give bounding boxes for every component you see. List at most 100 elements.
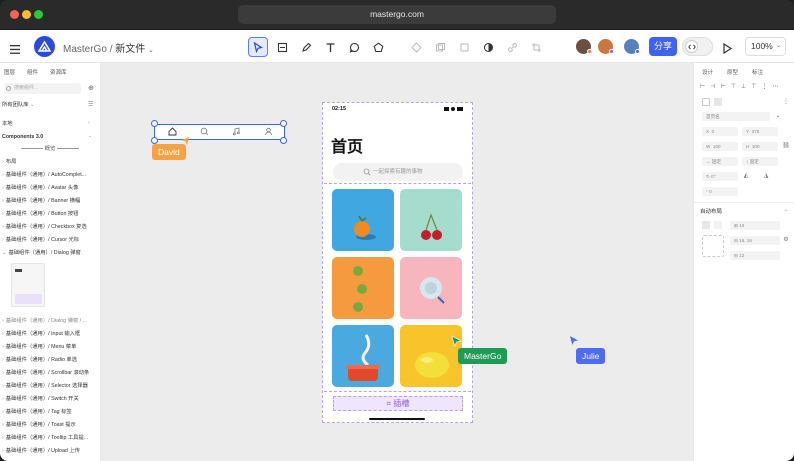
resize-handle[interactable] <box>151 120 158 127</box>
chevron-right-icon[interactable]: › <box>88 120 90 126</box>
chevron-down-icon[interactable]: ⌄ <box>88 133 92 139</box>
slot-placeholder[interactable]: ⌗ 插槽 <box>333 396 463 411</box>
url-bar[interactable]: mastergo.com <box>238 5 556 24</box>
plugin-tool-button[interactable] <box>368 37 388 57</box>
local-section[interactable]: 本地 <box>2 120 98 128</box>
phone-search-bar[interactable]: 一起探索有趣的事物 <box>333 163 463 181</box>
tab-design[interactable]: 设计 <box>702 68 713 76</box>
add-library-icon[interactable]: ⊕ <box>88 84 94 92</box>
align-bottom-icon[interactable]: ⊤ <box>751 83 756 90</box>
play-icon[interactable] <box>723 41 733 59</box>
group-layout[interactable]: › 布局 <box>2 158 98 166</box>
lock-ratio-icon[interactable]: ⛓ <box>782 142 790 150</box>
close-window-button[interactable] <box>10 10 19 19</box>
list-item[interactable]: › 基础组件（通用）/ Toast 提示 <box>2 421 98 429</box>
minimize-window-button[interactable] <box>22 10 31 19</box>
height-field[interactable]: H 100 <box>742 142 778 151</box>
tile-plate[interactable] <box>400 257 462 319</box>
remove-icon[interactable]: − <box>782 207 790 215</box>
corner-radius-field[interactable]: ◜ 0 <box>702 187 738 196</box>
list-item[interactable]: › 基础组件（通用）/ Dialog 弹窗 / ... <box>2 317 98 325</box>
component-name-dropdown[interactable]: 首页名 <box>702 112 770 121</box>
padding-field[interactable]: ⊟ 16, 16 <box>730 236 780 245</box>
frame-type-icon[interactable] <box>702 98 710 106</box>
tile-pot[interactable] <box>332 325 394 387</box>
zoom-dropdown[interactable]: 100% ⌄ <box>745 37 786 56</box>
list-view-icon[interactable]: ☰ <box>88 101 93 108</box>
list-item[interactable]: › 基础组件（通用）/ Checkbox 复选 <box>2 223 98 231</box>
tile-cherry[interactable] <box>400 189 462 251</box>
frame-tool-button[interactable] <box>272 37 292 57</box>
align-middle-icon[interactable]: ⊥ <box>741 83 746 90</box>
tab-inspect[interactable]: 标注 <box>752 68 763 76</box>
list-item[interactable]: › 基础组件（通用）/ AutoComplet... <box>2 171 98 179</box>
padding-bottom-field[interactable]: ⊟ 12 <box>730 251 780 260</box>
tab-prototype[interactable]: 原型 <box>727 68 738 76</box>
list-item[interactable]: › 基础组件（通用）/ Avatar 头像 <box>2 184 98 192</box>
resize-handle[interactable] <box>280 137 287 144</box>
maximize-window-button[interactable] <box>34 10 43 19</box>
layout-horizontal-icon[interactable] <box>714 221 722 229</box>
list-item[interactable]: ⌄ 基础组件（通用）/ Dialog 弹窗 <box>2 249 98 257</box>
comment-tool-button[interactable] <box>344 37 364 57</box>
x-field[interactable]: X 0 <box>702 127 738 136</box>
list-item[interactable]: › 基础组件（通用）/ Button 按钮 <box>2 210 98 218</box>
resize-handle[interactable] <box>280 120 287 127</box>
list-item[interactable]: › 基础组件（通用）/ Menu 菜单 <box>2 343 98 351</box>
tab-bar-component[interactable] <box>154 124 285 140</box>
crop-button[interactable] <box>454 37 474 57</box>
horizontal-resize-dropdown[interactable]: ↔ 固定 <box>702 157 738 166</box>
crop-tool-button[interactable] <box>526 37 546 57</box>
dev-mode-toggle[interactable] <box>682 37 713 56</box>
list-item[interactable]: › 基础组件（通用）/ Selector 选择器 <box>2 382 98 390</box>
layout-vertical-icon[interactable] <box>702 221 710 229</box>
list-item[interactable]: › 基础组件（通用）/ Scrollbar 滚动条 <box>2 369 98 377</box>
flip-vertical-icon[interactable]: ◮ <box>762 172 770 180</box>
tab-layers[interactable]: 图层 <box>4 68 15 76</box>
list-item[interactable]: › 基础组件（通用）/ Cursor 光标 <box>2 236 98 244</box>
design-canvas[interactable]: David 02:15 首页 一起探索有趣的事物 ⌗ 插槽 MasterGo J… <box>101 63 693 461</box>
component-search-input[interactable]: 搜索组件... <box>4 83 81 94</box>
y-field[interactable]: Y 375 <box>742 127 778 136</box>
gap-field[interactable]: ⊞ 16 <box>730 221 780 230</box>
group-overview[interactable]: 概览 <box>2 145 98 153</box>
list-item[interactable]: › 基础组件（通用）/ Radio 单选 <box>2 356 98 364</box>
chevron-down-icon[interactable]: ⌄ <box>774 112 782 120</box>
distribute-h-icon[interactable]: ⋯ <box>772 83 778 90</box>
list-item[interactable]: › 基础组件（通用）/ Switch 开关 <box>2 395 98 403</box>
width-field[interactable]: W 100 <box>702 142 738 151</box>
text-tool-button[interactable] <box>320 37 340 57</box>
align-top-icon[interactable]: ⊤ <box>731 83 736 90</box>
tile-orange[interactable] <box>332 189 394 251</box>
vertical-resize-dropdown[interactable]: ↕ 固定 <box>742 157 778 166</box>
team-library-dropdown[interactable]: 所有团队库 ⌄ <box>2 101 98 109</box>
list-item[interactable]: › 基础组件（通用）/ Tooltip 工具提... <box>2 434 98 442</box>
list-item[interactable]: › 基础组件（通用）/ Input 输入框 <box>2 330 98 338</box>
list-item[interactable]: › 基础组件（通用）/ Banner 横幅 <box>2 197 98 205</box>
link-button[interactable] <box>502 37 522 57</box>
resize-handle[interactable] <box>151 137 158 144</box>
list-item[interactable]: › 基础组件（通用）/ Upload 上传 <box>2 447 98 455</box>
align-right-icon[interactable]: ⊢ <box>720 83 725 90</box>
tab-assets[interactable]: 资源库 <box>50 68 67 76</box>
layers-button[interactable] <box>430 37 450 57</box>
align-left-icon[interactable]: ⊢ <box>700 83 705 90</box>
rotation-field[interactable]: ↻ 0° <box>702 172 738 181</box>
mastergo-logo[interactable] <box>34 36 55 57</box>
mask-button[interactable] <box>478 37 498 57</box>
file-breadcrumb[interactable]: MasterGo / 新文件 ⌄ <box>63 40 154 55</box>
dialog-component-thumbnail[interactable] <box>11 263 45 307</box>
tile-brussels-sprouts[interactable] <box>332 257 394 319</box>
more-icon[interactable]: ⋮ <box>782 98 790 106</box>
frame-type-icon[interactable] <box>714 98 722 106</box>
library-section[interactable]: Components 3.0 <box>2 133 98 141</box>
distribute-icon[interactable]: ⋮ <box>761 83 767 90</box>
tab-components[interactable]: 组件 <box>27 68 38 76</box>
component-button[interactable] <box>406 37 426 57</box>
share-button[interactable]: 分享 <box>649 37 677 56</box>
menu-icon[interactable] <box>10 41 20 54</box>
pen-tool-button[interactable] <box>296 37 316 57</box>
align-center-icon[interactable]: ⊣ <box>710 83 715 90</box>
phone-frame[interactable]: 02:15 首页 一起探索有趣的事物 ⌗ 插槽 <box>322 102 473 423</box>
move-tool-button[interactable] <box>248 37 268 57</box>
